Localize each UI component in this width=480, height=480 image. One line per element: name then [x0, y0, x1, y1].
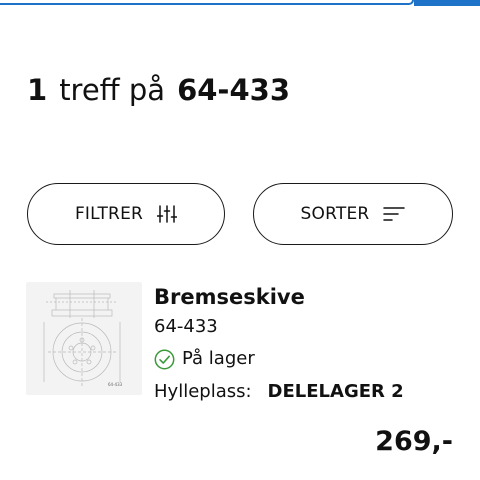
product-title[interactable]: Bremseskive: [154, 283, 305, 311]
results-query: 64-433: [177, 73, 291, 107]
sort-lines-icon: [383, 207, 406, 221]
shelf-label: Hylleplass:: [154, 381, 252, 402]
sort-button-label: SORTER: [300, 204, 370, 224]
check-circle-icon: [154, 349, 175, 369]
stock-status: På lager: [154, 346, 255, 372]
shelf-location: Hylleplass: DELELAGER 2: [154, 379, 404, 405]
image-caption: 64-433: [108, 382, 123, 387]
sliders-icon: [157, 205, 178, 223]
results-label: treff på: [59, 73, 166, 107]
results-count: 1: [27, 73, 48, 107]
search-button[interactable]: [414, 0, 480, 6]
filter-button-label: FILTRER: [74, 204, 144, 224]
product-sku: 64-433: [154, 316, 218, 337]
stock-label: På lager: [182, 348, 255, 369]
product-price: 269,-: [375, 426, 453, 457]
product-image[interactable]: 64-433: [26, 282, 142, 395]
sort-button[interactable]: SORTER: [253, 183, 453, 245]
shelf-value: DELELAGER 2: [267, 381, 404, 402]
search-input[interactable]: [0, 0, 414, 5]
brake-disc-drawing: 64-433: [43, 290, 123, 387]
search-bar[interactable]: [0, 0, 480, 8]
filter-button[interactable]: FILTRER: [27, 183, 225, 245]
results-summary: 1 treff på 64-433: [27, 70, 290, 110]
